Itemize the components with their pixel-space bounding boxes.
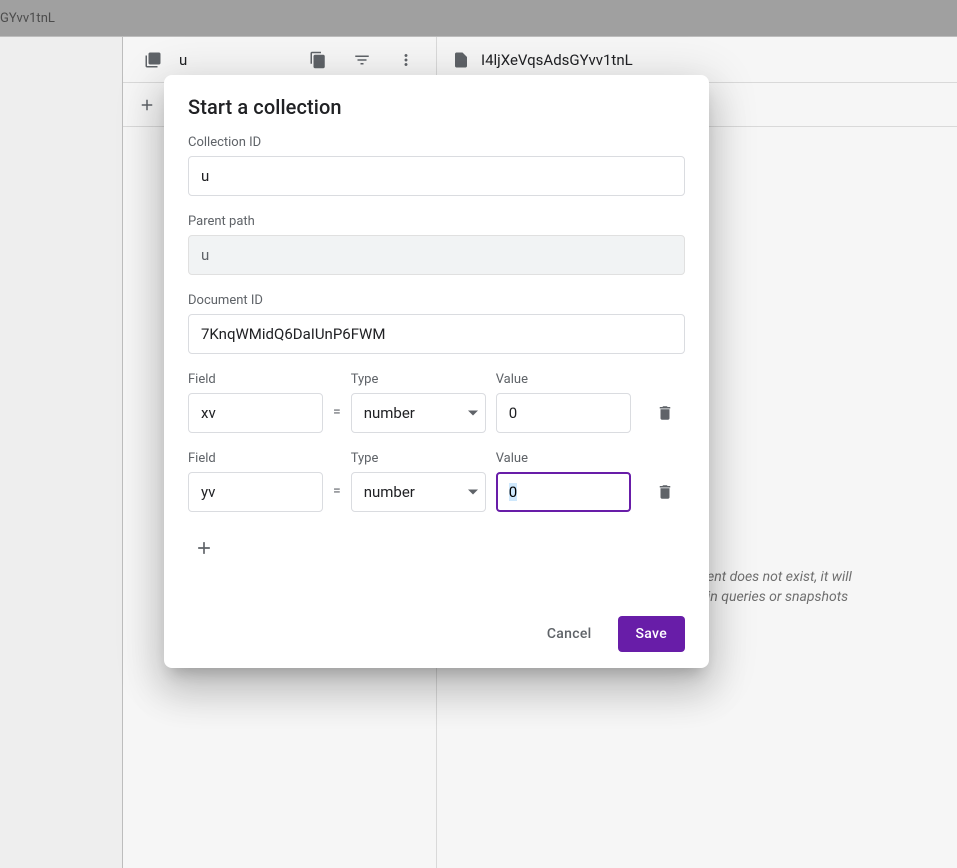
- value-input-1-selection: 0: [509, 483, 517, 501]
- cancel-button[interactable]: Cancel: [529, 616, 610, 652]
- type-label-1: Type: [351, 451, 486, 466]
- add-field-button[interactable]: [184, 528, 224, 568]
- modal-scrim[interactable]: Start a collection Collection ID Parent …: [0, 0, 957, 868]
- value-label-0: Value: [496, 372, 631, 387]
- type-select-wrap-1[interactable]: [351, 472, 486, 512]
- value-input-0[interactable]: [496, 393, 631, 433]
- type-select-0[interactable]: [351, 393, 486, 433]
- delete-field-button-0[interactable]: [647, 393, 683, 433]
- field-name-input-1[interactable]: [188, 472, 323, 512]
- dialog-title: Start a collection: [188, 95, 685, 119]
- start-collection-dialog: Start a collection Collection ID Parent …: [164, 75, 709, 668]
- type-select-wrap-0[interactable]: [351, 393, 486, 433]
- type-select-1[interactable]: [351, 472, 486, 512]
- type-label-0: Type: [351, 372, 486, 387]
- dialog-actions: Cancel Save: [188, 616, 685, 652]
- plus-icon: [194, 538, 214, 558]
- parent-path-label: Parent path: [188, 214, 685, 229]
- collection-id-group: Collection ID: [188, 135, 685, 196]
- delete-field-button-1[interactable]: [647, 472, 683, 512]
- equals-0: =: [333, 393, 341, 433]
- value-label-1: Value: [496, 451, 631, 466]
- value-input-1[interactable]: 0: [496, 472, 631, 512]
- collection-id-label: Collection ID: [188, 135, 685, 150]
- equals-1: =: [333, 472, 341, 512]
- document-id-label: Document ID: [188, 293, 685, 308]
- collection-id-input[interactable]: [188, 156, 685, 196]
- trash-icon: [656, 404, 674, 422]
- document-id-group: Document ID: [188, 293, 685, 354]
- field-row-1: Field = Type Value 0: [188, 451, 685, 512]
- save-button[interactable]: Save: [618, 616, 685, 652]
- parent-path-group: Parent path: [188, 214, 685, 275]
- document-id-input[interactable]: [188, 314, 685, 354]
- parent-path-input: [188, 235, 685, 275]
- field-label-0: Field: [188, 372, 323, 387]
- trash-icon: [656, 483, 674, 501]
- field-row-0: Field = Type Value: [188, 372, 685, 433]
- field-label-1: Field: [188, 451, 323, 466]
- field-name-input-0[interactable]: [188, 393, 323, 433]
